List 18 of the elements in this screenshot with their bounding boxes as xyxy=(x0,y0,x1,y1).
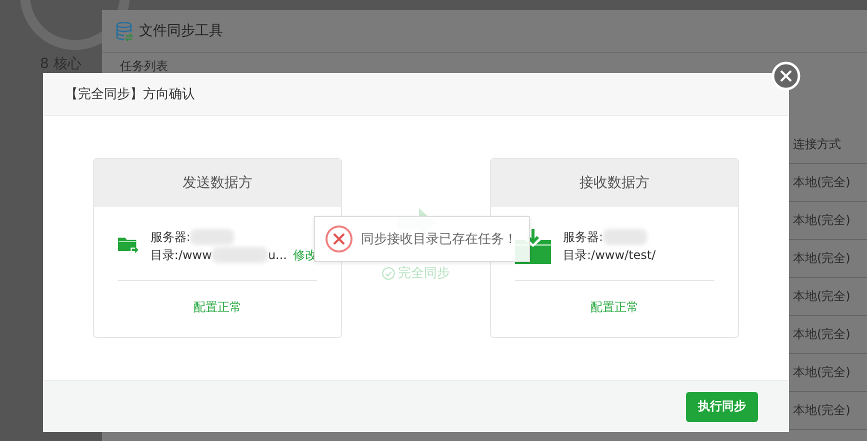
error-icon xyxy=(325,225,353,253)
check-circle-icon xyxy=(382,266,395,280)
server-label: 服务器: xyxy=(563,229,604,246)
directory-text: u... xyxy=(268,247,287,264)
window-title: 文件同步工具 xyxy=(139,22,223,40)
task-list-tab[interactable]: 任务列表 xyxy=(120,58,168,75)
card-heading: 接收数据方 xyxy=(580,174,650,192)
server-label: 服务器: xyxy=(150,229,190,246)
status-text: 配置正常 xyxy=(194,298,242,316)
database-sync-icon xyxy=(116,22,133,40)
directory-text: 目录:/www xyxy=(150,247,212,264)
run-sync-button[interactable]: 执行同步 xyxy=(686,392,758,422)
card-heading: 发送数据方 xyxy=(182,174,252,192)
toast-message: 同步接收目录已存在任务！ xyxy=(361,231,517,248)
dialog-title: 【完全同步】方向确认 xyxy=(65,86,195,103)
directory-text: 目录:/www/test/ xyxy=(563,247,656,264)
status-text: 配置正常 xyxy=(590,298,638,316)
sync-mode-label: 完全同步 xyxy=(398,265,450,282)
